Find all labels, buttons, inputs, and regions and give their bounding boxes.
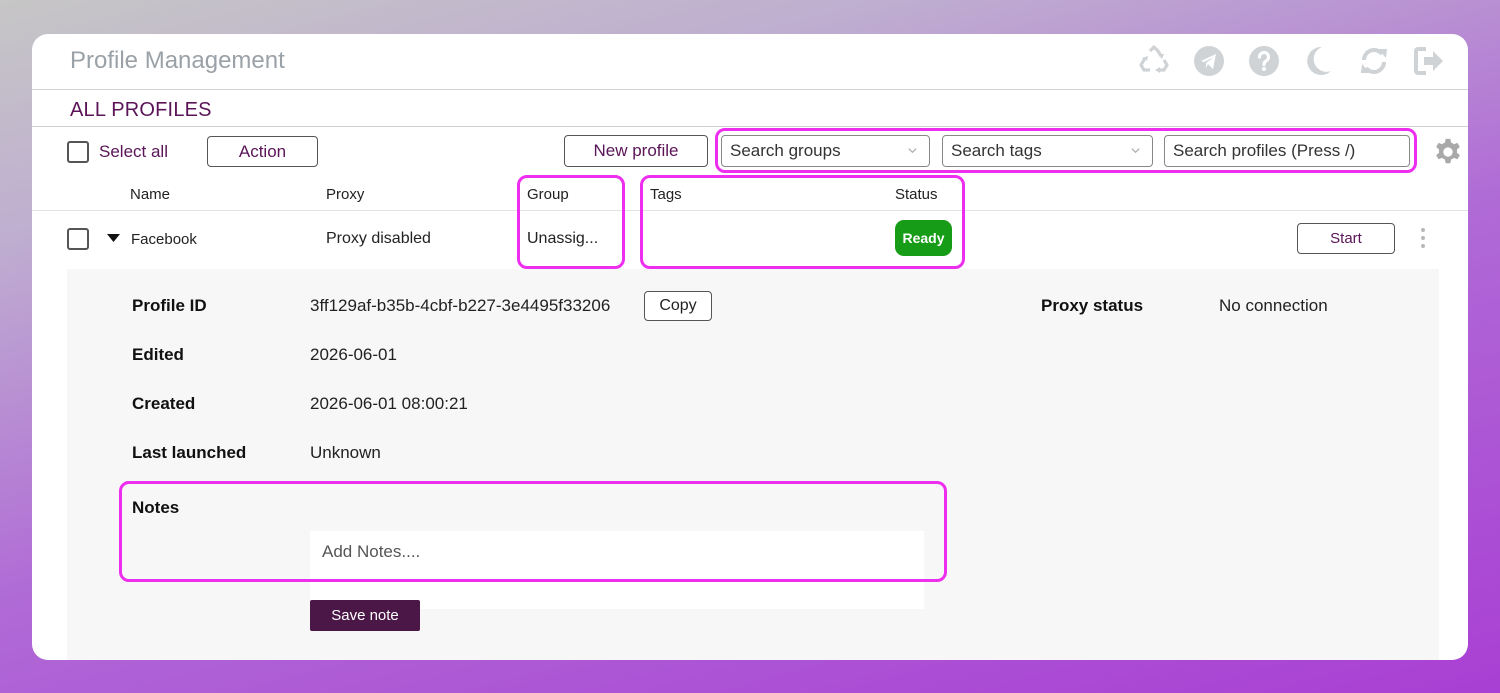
start-button[interactable]: Start [1297, 223, 1395, 254]
profile-group: Unassig... [527, 230, 599, 247]
chevron-down-icon [1131, 148, 1140, 154]
last-launched-value: Unknown [310, 443, 381, 462]
proxy-status-value: No connection [1219, 296, 1328, 315]
row-checkbox[interactable] [67, 228, 89, 250]
app-window: Profile Management ALL PROFILES Select a… [32, 34, 1468, 660]
search-tags-placeholder: Search tags [951, 141, 1042, 160]
gear-icon[interactable] [1432, 136, 1464, 168]
search-groups-dropdown[interactable]: Search groups [721, 135, 930, 167]
copy-button[interactable]: Copy [644, 291, 712, 321]
divider [32, 210, 1468, 211]
new-profile-button[interactable]: New profile [564, 135, 708, 167]
select-all-label[interactable]: Select all [99, 142, 168, 162]
profile-details-panel: Profile ID 3ff129af-b35b-4cbf-b227-3e449… [67, 269, 1439, 660]
search-profiles-input[interactable]: Search profiles (Press /) [1164, 135, 1410, 167]
status-badge: Ready [895, 220, 952, 256]
edited-label: Edited [132, 345, 184, 364]
chevron-down-icon [908, 148, 917, 154]
title-bar: Profile Management [32, 34, 1468, 90]
save-note-button[interactable]: Save note [310, 600, 420, 631]
column-header-status[interactable]: Status [895, 186, 938, 203]
profile-name[interactable]: Facebook [131, 231, 197, 248]
search-tags-dropdown[interactable]: Search tags [942, 135, 1153, 167]
logout-icon[interactable] [1412, 44, 1446, 78]
created-label: Created [132, 394, 196, 413]
profile-id-label: Profile ID [132, 296, 207, 315]
recycle-icon[interactable] [1137, 44, 1171, 78]
profile-proxy: Proxy disabled [326, 230, 431, 247]
created-value: 2026-06-01 08:00:21 [310, 394, 468, 413]
column-header-tags[interactable]: Tags [650, 186, 682, 203]
notes-label: Notes [132, 498, 180, 517]
notes-textarea[interactable]: Add Notes.... [310, 531, 924, 609]
header-icon-group [1137, 44, 1446, 78]
column-header-name[interactable]: Name [130, 186, 170, 203]
search-groups-placeholder: Search groups [730, 141, 841, 160]
last-launched-label: Last launched [132, 443, 247, 462]
select-all-checkbox[interactable] [67, 141, 89, 163]
more-options-icon[interactable] [1420, 228, 1426, 250]
divider [32, 126, 1468, 127]
moon-icon[interactable] [1302, 44, 1336, 78]
section-title: ALL PROFILES [70, 99, 212, 121]
app-title: Profile Management [70, 47, 285, 74]
edited-value: 2026-06-01 [310, 345, 397, 364]
refresh-icon[interactable] [1357, 44, 1391, 78]
action-button[interactable]: Action [207, 136, 318, 167]
proxy-status-label: Proxy status [1041, 296, 1144, 315]
telegram-icon[interactable] [1192, 44, 1226, 78]
search-profiles-placeholder: Search profiles (Press /) [1173, 141, 1356, 160]
help-icon[interactable] [1247, 44, 1281, 78]
column-header-proxy[interactable]: Proxy [326, 186, 364, 203]
caret-down-icon[interactable] [107, 234, 120, 243]
column-header-group[interactable]: Group [527, 186, 569, 203]
profile-id-value: 3ff129af-b35b-4cbf-b227-3e4495f33206 [310, 296, 611, 315]
